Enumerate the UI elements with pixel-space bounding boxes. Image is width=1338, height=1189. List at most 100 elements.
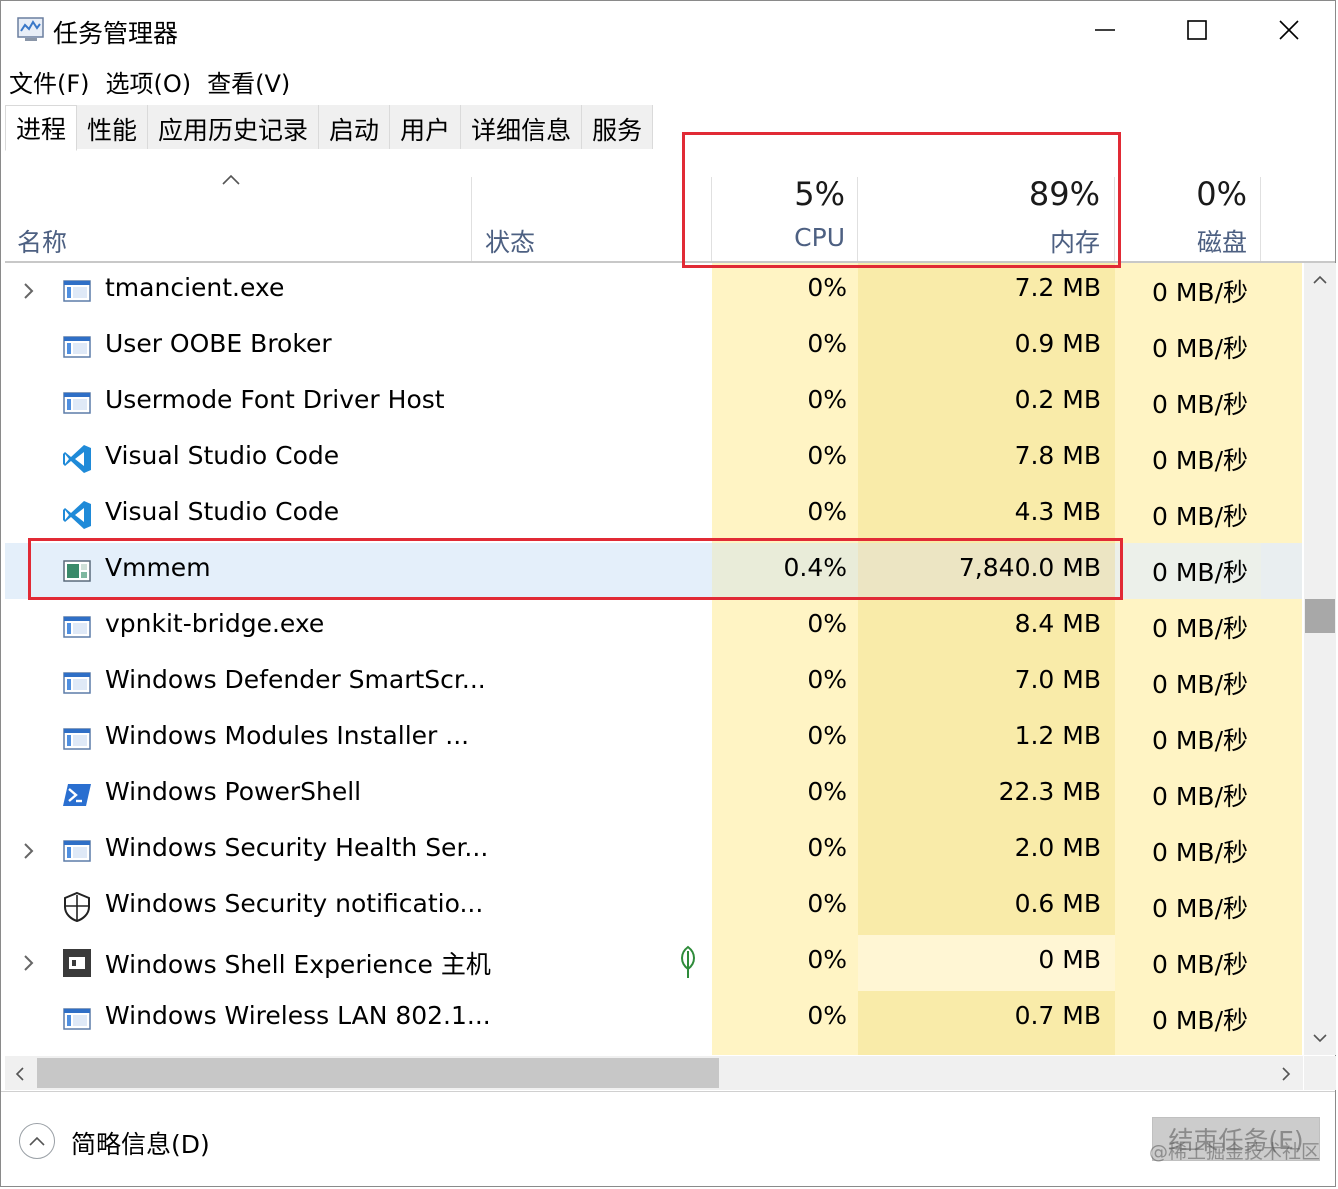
app-window-icon <box>61 723 93 755</box>
title-bar: 任务管理器 <box>1 1 1335 59</box>
process-name: Visual Studio Code <box>105 441 340 470</box>
maximize-icon <box>1187 20 1207 40</box>
process-row[interactable]: Windows Defender SmartScr... 0% 7.0 MB 0 MB… <box>5 655 1302 711</box>
process-row[interactable]: Visual Studio Code 0% 7.8 MB 0 MB/秒 <box>5 431 1302 487</box>
chevron-up-icon <box>29 1136 45 1146</box>
process-row[interactable]: Windows Security notificatio... 0% 0.6 MB 0… <box>5 879 1302 935</box>
process-cpu: 0% <box>807 385 847 414</box>
app-window-icon <box>61 331 93 363</box>
process-name: Windows Wireless LAN 802.1... <box>105 1001 491 1030</box>
expand-chevron-icon[interactable] <box>20 949 38 977</box>
scroll-right-icon[interactable] <box>1281 1066 1291 1082</box>
task-manager-app-icon <box>15 15 47 45</box>
process-name: Windows Defender SmartScr... <box>105 665 486 694</box>
process-row[interactable]: tmancient.exe 0% 7.2 MB 0 MB/秒 <box>5 263 1302 319</box>
process-disk: 0 MB/秒 <box>1152 726 1248 755</box>
process-disk: 0 MB/秒 <box>1152 502 1248 531</box>
column-disk-header[interactable]: 磁盘 <box>1115 223 1247 259</box>
window-title: 任务管理器 <box>53 19 179 48</box>
process-cpu: 0% <box>807 665 847 694</box>
fewer-details-button[interactable] <box>19 1123 55 1159</box>
tab-performance[interactable]: 性能 <box>77 105 149 149</box>
process-name: Windows PowerShell <box>105 777 362 806</box>
expand-chevron-icon[interactable] <box>20 837 38 865</box>
tab-processes[interactable]: 进程 <box>5 105 78 151</box>
process-memory: 7.2 MB <box>1014 273 1101 302</box>
tab-strip: 进程 性能 应用历史记录 启动 用户 详细信息 服务 <box>5 105 654 151</box>
tab-app-history[interactable]: 应用历史记录 <box>148 105 320 149</box>
process-row[interactable]: Visual Studio Code 0% 4.3 MB 0 MB/秒 <box>5 487 1302 543</box>
powershell-icon <box>61 779 93 811</box>
menu-options[interactable]: 选项(O) <box>98 59 200 99</box>
process-cpu: 0% <box>807 497 847 526</box>
process-memory: 0.9 MB <box>1014 329 1101 358</box>
process-row[interactable]: Windows Wireless LAN 802.1... 0% 0.7 MB 0 M… <box>5 991 1302 1047</box>
app-window-icon <box>61 1003 93 1035</box>
process-disk: 0 MB/秒 <box>1152 670 1248 699</box>
column-header: 名称 状态 5% CPU 89% 内存 0% 磁盘 <box>5 149 1335 263</box>
process-name: Windows Security Health Ser... <box>105 833 489 862</box>
process-cpu: 0% <box>807 889 847 918</box>
menu-file[interactable]: 文件(F) <box>1 59 98 99</box>
process-cpu: 0% <box>807 273 847 302</box>
process-cpu: 0% <box>807 329 847 358</box>
selected-cell-bg <box>1261 543 1302 599</box>
app-window-icon <box>61 835 93 867</box>
sort-ascending-icon[interactable] <box>221 171 241 190</box>
menu-view[interactable]: 查看(V) <box>199 59 298 99</box>
process-memory: 0.2 MB <box>1014 385 1101 414</box>
tab-users[interactable]: 用户 <box>390 105 462 149</box>
scroll-down-icon[interactable] <box>1312 1033 1328 1043</box>
process-name: tmancient.exe <box>105 273 285 302</box>
process-name: Windows Modules Installer ... <box>105 721 470 750</box>
process-list: tmancient.exe 0% 7.2 MB 0 MB/秒 User OOBE Bro… <box>5 263 1302 1055</box>
process-row[interactable]: User OOBE Broker 0% 0.9 MB 0 MB/秒 <box>5 319 1302 375</box>
process-row[interactable]: Windows Shell Experience 主机 0% 0 MB 0 MB/秒 <box>5 935 1302 991</box>
maximize-button[interactable] <box>1151 1 1243 59</box>
app-window-icon <box>61 667 93 699</box>
scroll-up-icon[interactable] <box>1312 275 1328 285</box>
process-memory: 2.0 MB <box>1014 833 1101 862</box>
process-memory: 7.0 MB <box>1014 665 1101 694</box>
tab-details[interactable]: 详细信息 <box>461 105 583 149</box>
process-disk: 0 MB/秒 <box>1152 782 1248 811</box>
column-divider[interactable] <box>1260 177 1261 261</box>
process-cpu: 0% <box>807 833 847 862</box>
process-row[interactable]: Windows PowerShell 0% 22.3 MB 0 MB/秒 <box>5 767 1302 823</box>
process-disk: 0 MB/秒 <box>1152 614 1248 643</box>
header-highlight-box <box>682 132 1121 268</box>
tab-startup[interactable]: 启动 <box>319 105 391 149</box>
process-row[interactable]: vpnkit-bridge.exe 0% 8.4 MB 0 MB/秒 <box>5 599 1302 655</box>
process-name: Windows Shell Experience 主机 <box>105 950 491 979</box>
process-disk: 0 MB/秒 <box>1152 334 1248 363</box>
process-cpu: 0% <box>807 1001 847 1030</box>
tab-services[interactable]: 服务 <box>582 105 654 149</box>
process-disk: 0 MB/秒 <box>1152 558 1248 587</box>
footer-divider <box>1 1091 1335 1092</box>
process-name: User OOBE Broker <box>105 329 332 358</box>
column-status-header[interactable]: 状态 <box>485 223 535 259</box>
process-disk: 0 MB/秒 <box>1152 1006 1248 1035</box>
close-button[interactable] <box>1243 1 1335 59</box>
fewer-details-label[interactable]: 简略信息(D) <box>71 1125 210 1161</box>
process-row[interactable]: Usermode Font Driver Host 0% 0.2 MB 0 MB/秒 <box>5 375 1302 431</box>
expand-chevron-icon[interactable] <box>20 277 38 305</box>
vertical-scrollbar[interactable] <box>1304 263 1336 1055</box>
process-cpu: 0% <box>807 721 847 750</box>
process-cpu: 0% <box>807 609 847 638</box>
process-disk: 0 MB/秒 <box>1152 838 1248 867</box>
process-cpu: 0% <box>807 777 847 806</box>
process-row[interactable]: Windows Modules Installer ... 0% 1.2 MB 0 M… <box>5 711 1302 767</box>
scroll-left-icon[interactable] <box>15 1066 25 1082</box>
minimize-button[interactable] <box>1059 1 1151 59</box>
horizontal-scroll-thumb[interactable] <box>37 1058 719 1088</box>
column-divider[interactable] <box>471 177 472 261</box>
process-memory: 0 MB <box>1038 945 1101 974</box>
process-disk: 0 MB/秒 <box>1152 278 1248 307</box>
process-name: Windows Security notificatio... <box>105 889 484 918</box>
column-name-header[interactable]: 名称 <box>17 223 67 259</box>
process-row[interactable]: Windows Security Health Ser... 0% 2.0 MB 0 … <box>5 823 1302 879</box>
task-manager-window: 任务管理器 文件(F) 选项(O) 查看(V) 进程 性能 应用历史记录 启动 … <box>0 0 1336 1187</box>
app-window-icon <box>61 275 93 307</box>
vertical-scroll-thumb[interactable] <box>1305 599 1335 633</box>
